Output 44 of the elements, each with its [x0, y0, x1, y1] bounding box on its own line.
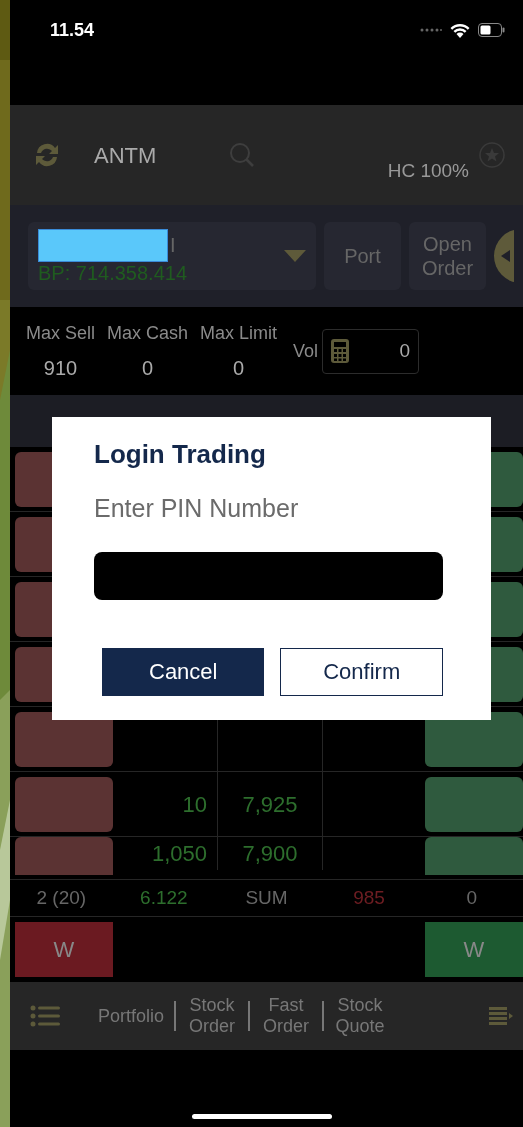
- dialog-button[interactable]: Cancel: [102, 647, 265, 696]
- volume-label: Vol: [293, 339, 319, 363]
- status-time: 11.54: [50, 18, 95, 42]
- home-indicator[interactable]: [191, 1114, 332, 1119]
- dialog-prompt: Enter PIN Number: [94, 493, 300, 524]
- volume-field[interactable]: 0: [322, 328, 420, 374]
- wifi-icon: [450, 22, 470, 38]
- stock-symbol: ANTM: [94, 141, 157, 170]
- quick-order-button[interactable]: W: [425, 922, 523, 977]
- nav-link[interactable]: Portfolio: [88, 1005, 175, 1027]
- bid-volume: 1,050: [151, 840, 207, 868]
- account-button[interactable]: Open Order: [409, 222, 486, 290]
- summary-value: 0: [465, 885, 478, 910]
- price: 7,900: [242, 840, 298, 868]
- dialog-title: Login Trading: [94, 438, 267, 471]
- quick-order-button[interactable]: W: [15, 922, 113, 977]
- summary-value: 6.122: [139, 885, 189, 910]
- nav-link[interactable]: Stock Quote: [324, 995, 397, 1037]
- collapse-icon[interactable]: [494, 229, 514, 283]
- stat-label: Max Cash: [107, 321, 189, 345]
- pin-field[interactable]: [94, 551, 443, 600]
- more-icon[interactable]: [489, 1006, 513, 1026]
- summary-value: SUM: [244, 885, 289, 910]
- battery-icon: [478, 23, 505, 37]
- nav-link[interactable]: Stock Order: [176, 995, 249, 1037]
- stat-label: Max Sell: [26, 321, 96, 345]
- haircut-label: HC 100%: [387, 158, 469, 183]
- stat-value: 910: [42, 355, 79, 381]
- summary-value: 2 (20): [35, 885, 88, 910]
- volume-value: 0: [399, 338, 411, 363]
- account-button[interactable]: Port: [324, 222, 401, 290]
- stat-label: Max Limit: [200, 321, 278, 345]
- caret-icon: [284, 250, 306, 262]
- signal-icon: [420, 27, 442, 33]
- nav-link[interactable]: Fast Order: [250, 995, 323, 1037]
- price: 7,925: [242, 790, 298, 819]
- menu-icon[interactable]: [30, 1005, 60, 1027]
- summary-value: 985: [352, 885, 386, 910]
- account-name: I: [170, 233, 176, 258]
- dialog-button[interactable]: Confirm: [280, 647, 443, 696]
- bid-volume: 10: [182, 790, 207, 819]
- stat-value: 0: [232, 355, 246, 381]
- calculator-icon[interactable]: [331, 339, 350, 363]
- stat-value: 0: [141, 355, 155, 381]
